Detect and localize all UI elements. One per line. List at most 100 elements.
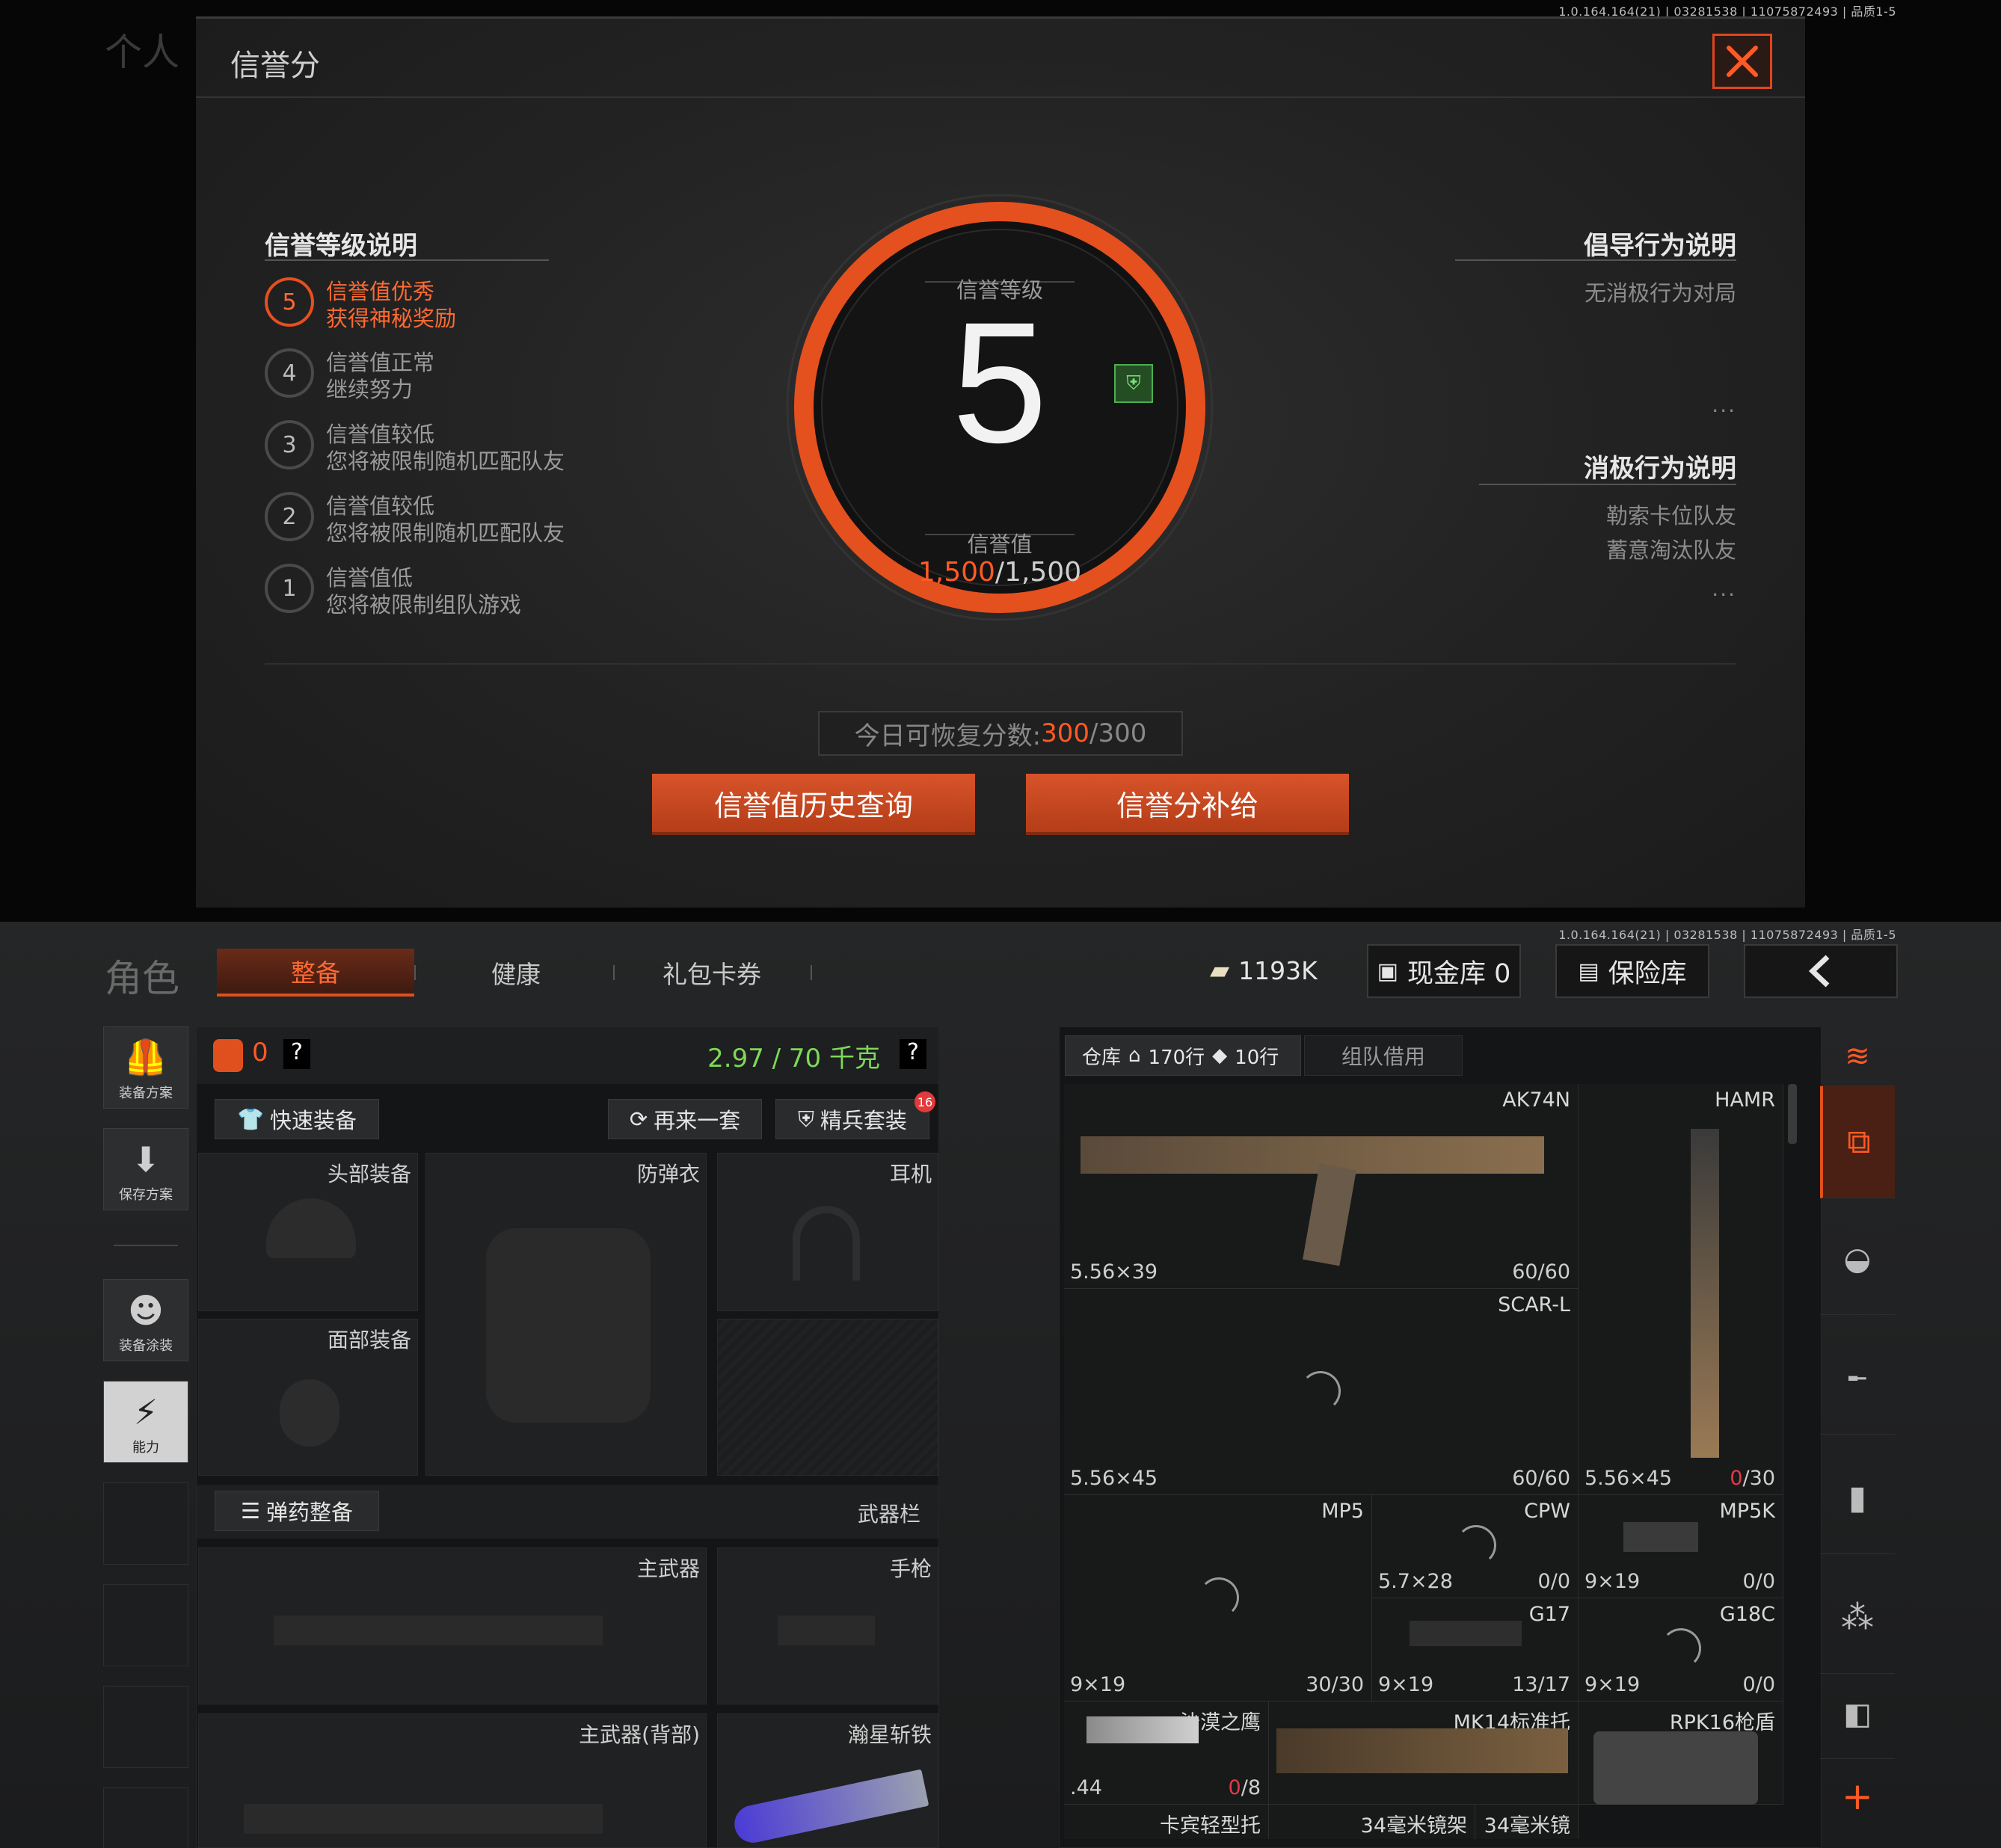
item-hamr[interactable]: HAMR 5.56×45 0/30 [1579, 1084, 1783, 1495]
weight-help-button[interactable]: ? [900, 1039, 926, 1069]
helmet-icon [266, 1198, 356, 1258]
pistol-label: 手枪 [889, 1556, 932, 1581]
item-caliber: 9×19 [1378, 1673, 1434, 1696]
pistol-slot[interactable]: 手枪 [717, 1547, 938, 1704]
filter-ammo[interactable]: ⁂ [1820, 1562, 1895, 1674]
item-rpk16-shield[interactable]: RPK16枪盾 [1579, 1701, 1783, 1805]
empty-slot [103, 1482, 188, 1565]
again-button[interactable]: ⟳ 再来一套 [608, 1099, 762, 1139]
level-desc: 您将被限制随机匹配队友 [326, 520, 565, 546]
bottom-screen: 1.0.164.164(21) | 03281538 | 11075872493… [0, 922, 2001, 1848]
empty-slot [103, 1787, 188, 1848]
armor-count: 0 [252, 1038, 268, 1068]
earphone-slot[interactable]: 耳机 [717, 1153, 938, 1311]
ability-icon: ⚡ [133, 1392, 159, 1432]
vest-slot[interactable]: 防弹衣 [425, 1153, 707, 1476]
close-button[interactable] [1712, 34, 1772, 89]
download-icon: ⬇ [131, 1139, 161, 1180]
back-weapon-slot[interactable]: 主武器(背部) [198, 1713, 707, 1848]
item-name: 卡宾轻型托 [1160, 1814, 1261, 1838]
top-bar: 角色 整备 健康 礼包卡券 ▰ 1193K ▣ 现金库 0 ▤ 保险库 [0, 922, 2001, 1019]
save-plan-button[interactable]: ⬇ 保存方案 [103, 1128, 188, 1210]
score-current: 1,500 [917, 557, 995, 588]
money-display[interactable]: ▰ 1193K [1210, 944, 1318, 997]
cash-vault-button[interactable]: ▣ 现金库 0 [1367, 944, 1521, 998]
item-ak74n[interactable]: AK74N 5.56×39 60/60 [1064, 1084, 1579, 1289]
rifle-icon [244, 1804, 603, 1834]
filter-attachments[interactable]: ◧ [1820, 1669, 1895, 1759]
weapon-bar-header: ☰ 弹药整备 武器栏 [197, 1485, 938, 1539]
modal-header: 信誉分 [196, 19, 1805, 98]
warehouse-rows: 170行 [1148, 1046, 1205, 1069]
item-ammo: 13/17 [1512, 1673, 1570, 1696]
main-weapon-slot[interactable]: 主武器 [198, 1547, 707, 1704]
sort-button[interactable]: ≋ [1820, 1026, 1895, 1086]
add-button[interactable]: + [1820, 1767, 1895, 1826]
weight-display: 2.97 / 70 千克 [707, 1044, 880, 1074]
item-mp5[interactable]: MP5 9×19 30/30 [1064, 1495, 1372, 1701]
safe-box-button[interactable]: ▤ 保险库 [1555, 944, 1709, 998]
item-caliber: 5.56×39 [1070, 1260, 1158, 1284]
scope-icon: ◧ [1843, 1696, 1872, 1731]
magazine-icon: ▮ [1848, 1479, 1867, 1517]
face-slot[interactable]: 面部装备 [198, 1319, 418, 1476]
scrollbar[interactable] [1788, 1084, 1797, 1144]
more-dots: ... [1712, 576, 1736, 601]
ammo-prep-label: 弹药整备 [265, 1500, 353, 1525]
back-weapon-label: 主武器(背部) [579, 1722, 700, 1747]
item-g17[interactable]: G17 9×19 13/17 [1372, 1598, 1579, 1701]
team-borrow-tab[interactable]: 组队借用 [1304, 1035, 1463, 1076]
filter-weapons[interactable]: ╾ [1820, 1322, 1895, 1435]
skin-button[interactable]: ☻ 装备涂装 [103, 1279, 188, 1361]
earphone-slot-label: 耳机 [889, 1162, 932, 1186]
item-scar-l[interactable]: SCAR-L 5.56×45 60/60 [1064, 1289, 1579, 1495]
item-stock[interactable]: 卡宾轻型托 [1064, 1805, 1269, 1839]
item-desert-eagle[interactable]: 沙漠之鹰 .44 0/8 [1064, 1701, 1269, 1805]
equip-plan-label: 装备方案 [119, 1085, 173, 1101]
item-name: AK74N [1502, 1088, 1570, 1112]
stack-icon: ⧉ [1847, 1123, 1871, 1161]
ammo-prep-button[interactable]: ☰ 弹药整备 [215, 1491, 379, 1531]
top-screen: 1.0.164.164(21) | 03281538 | 11075872493… [0, 0, 2001, 922]
tab-gift[interactable]: 礼包卡券 [628, 949, 796, 997]
tab-separator [613, 965, 615, 980]
weapon-bar-label: 武器栏 [857, 1502, 920, 1527]
shield-badge-icon: ⛨ [1114, 364, 1153, 403]
head-slot-label: 头部装备 [327, 1162, 411, 1186]
level-desc: 您将被限制随机匹配队友 [326, 449, 565, 474]
melee-slot[interactable]: 瀚星斩铁 [717, 1713, 938, 1848]
item-caliber: 9×19 [1584, 1673, 1641, 1696]
ability-button[interactable]: ⚡ 能力 [103, 1381, 188, 1463]
ammo-max: /30 [1742, 1467, 1775, 1490]
shield-icon: ⛨ [798, 1106, 814, 1132]
item-mount[interactable]: 34毫米镜架 [1269, 1805, 1475, 1839]
tab-prepare[interactable]: 整备 [217, 949, 414, 997]
tab-separator [811, 965, 812, 980]
head-slot[interactable]: 头部装备 [198, 1153, 418, 1311]
item-name: HAMR [1715, 1088, 1775, 1112]
item-cpw[interactable]: CPW 5.7×28 0/0 [1372, 1495, 1579, 1598]
quick-equip-button[interactable]: 👕 快速装备 [215, 1099, 379, 1139]
level-number: 3 [265, 420, 314, 469]
supply-button[interactable]: 信誉分补给 [1026, 774, 1349, 835]
history-button[interactable]: 信誉值历史查询 [652, 774, 975, 835]
rifle-icon [274, 1616, 603, 1645]
item-ammo: 0/0 [1742, 1673, 1775, 1696]
level-item-2: 2 信誉值较低 您将被限制随机匹配队友 [265, 487, 639, 547]
level-item-3: 3 信誉值较低 您将被限制随机匹配队友 [265, 416, 639, 475]
item-scope[interactable]: 34毫米镜 [1475, 1805, 1579, 1839]
elite-button[interactable]: ⛨ 精兵套装 [775, 1099, 929, 1139]
warehouse-tab[interactable]: 仓库 ⌂ 170行 ◆ 10行 [1065, 1035, 1301, 1076]
warehouse-rows-extra: 10行 [1235, 1046, 1279, 1069]
item-g18c[interactable]: G18C 9×19 0/0 [1579, 1598, 1783, 1701]
filter-gear[interactable]: ◒ [1820, 1203, 1895, 1315]
tab-health[interactable]: 健康 [434, 949, 598, 997]
item-mp5k[interactable]: MP5K 9×19 0/0 [1579, 1495, 1783, 1598]
equip-plan-button[interactable]: 🦺 装备方案 [103, 1026, 188, 1109]
elite-label: 精兵套装 [820, 1108, 907, 1133]
help-button[interactable]: ? [283, 1039, 310, 1069]
back-button[interactable] [1744, 944, 1898, 998]
item-mk14-stock[interactable]: MK14标准托 [1269, 1701, 1579, 1805]
filter-all[interactable]: ⧉ [1820, 1086, 1895, 1198]
filter-magazines[interactable]: ▮ [1820, 1442, 1895, 1554]
